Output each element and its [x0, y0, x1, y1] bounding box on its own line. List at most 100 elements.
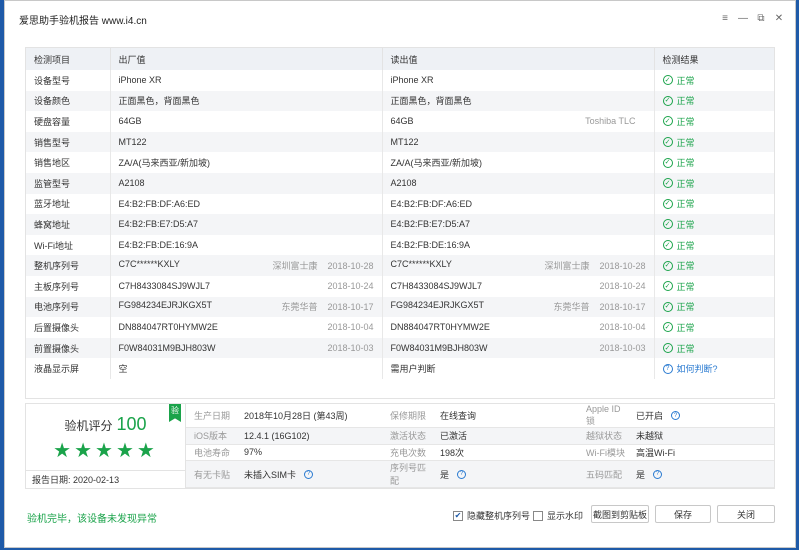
score-line: 验机评分 100 — [26, 414, 185, 435]
cell-factory-value: iPhone XR — [118, 75, 162, 86]
result-ok: ✓ 正常 — [662, 239, 695, 252]
cell-result: ✓ 正常 — [654, 152, 774, 173]
cell-item: 蓝牙地址 — [26, 193, 111, 215]
cell-meta — [364, 75, 374, 85]
save-button[interactable]: 保存 — [655, 505, 711, 523]
info-key: 越狱状态 — [586, 431, 623, 442]
cell-meta — [636, 219, 646, 229]
check-circle-icon: ✓ — [662, 75, 673, 86]
info-value[interactable]: 在线查询 — [440, 409, 476, 422]
cell-date: 2018-10-17 — [599, 302, 646, 313]
cell-read-value: A2108 — [390, 178, 417, 189]
star-rating-icon: ★★★★★ — [53, 440, 158, 462]
score-label: 验机评分 — [64, 419, 113, 433]
cell-meta — [636, 94, 646, 107]
cell-read: iPhone XR — [382, 70, 655, 91]
cell-read: DN884047RT0HYMW2E 2018-10-04 — [382, 317, 655, 338]
how-to-judge-link[interactable]: ? 如何判断? — [662, 362, 718, 375]
report-window: 爱思助手验机报告 www.i4.cn ≡ — ⧉ ✕ 检测项目 出厂值 读出值 … — [4, 0, 796, 548]
cell-factory: F0W84031M9BJH803W 2018-10-03 — [110, 337, 383, 359]
question-circle-icon[interactable]: ? — [304, 469, 314, 479]
cell-read-value: F0W84031M9BJH803W — [390, 343, 488, 354]
checkbox-checked-icon[interactable]: ✔ — [453, 510, 463, 521]
cell-date: 2018-10-28 — [599, 261, 646, 272]
table-row: 蓝牙地址 E4:B2:FB:DF:A6:ED E4:B2:FB:DF:A6:ED ✓ 正… — [26, 193, 774, 215]
cell-read-value: MT122 — [390, 137, 419, 148]
result-text: 如何判断? — [676, 364, 718, 375]
cell-result: ✓ 正常 — [654, 275, 774, 297]
header-item: 检测项目 — [26, 48, 111, 70]
header-factory: 出厂值 — [110, 48, 383, 70]
restore-icon[interactable]: ⧉ — [755, 13, 767, 25]
table-header: 检测项目 出厂值 读出值 检测结果 — [26, 48, 774, 70]
header-read: 读出值 — [382, 48, 655, 70]
result-text: 正常 — [676, 158, 695, 169]
hide-serial-checkbox[interactable]: ✔ 隐藏整机序列号 — [453, 509, 530, 522]
cell-factory-value: 空 — [118, 364, 128, 375]
cell-read: E4:B2:FB:DF:A6:ED — [382, 193, 655, 215]
cell-date: 2018-10-03 — [599, 343, 646, 354]
info-field: 保修期限 在线查询 — [382, 404, 578, 428]
cell-read: MT122 — [382, 131, 655, 153]
info-field: Wi-Fi模块 高温Wi-Fi — [578, 444, 774, 461]
cell-note: 深圳富士康 — [272, 261, 318, 272]
cell-read: E4:B2:FB:DE:16:9A — [382, 234, 655, 256]
check-circle-icon: ✓ — [662, 343, 673, 354]
cell-meta: 2018-10-03 — [317, 343, 373, 353]
result-text: 正常 — [676, 343, 695, 354]
checkbox-unchecked-icon[interactable] — [533, 510, 543, 521]
cell-date: 2018-10-03 — [327, 343, 374, 354]
table-row: 电池序列号 FG984234EJRJKGX5T 东莞华普 2018-10-17 FG98… — [26, 296, 774, 318]
table-row: 销售地区 ZA/A(马来西亚/新加坡) ZA/A(马来西亚/新加坡) ✓ 正常 — [26, 152, 774, 173]
menu-icon[interactable]: ≡ — [719, 13, 731, 25]
cell-factory: C7H8433084SJ9WJL7 2018-10-24 — [110, 275, 383, 297]
cell-item: 前置摄像头 — [26, 337, 111, 359]
cell-factory: DN884047RT0HYMW2E 2018-10-04 — [110, 317, 383, 338]
table-row: Wi-Fi地址 E4:B2:FB:DE:16:9A E4:B2:FB:DE:16:9… — [26, 234, 774, 256]
result-ok: ✓ 正常 — [662, 136, 695, 149]
info-value: 已激活 — [440, 431, 468, 442]
cell-item: 后置摄像头 — [26, 317, 111, 338]
header-result: 检测结果 — [654, 48, 774, 70]
info-value: 97% — [244, 447, 263, 458]
question-circle-icon[interactable]: ? — [653, 469, 663, 479]
table-row: 主板序列号 C7H8433084SJ9WJL7 2018-10-24 C7H84330… — [26, 275, 774, 297]
check-circle-icon: ✓ — [662, 95, 673, 106]
watermark-checkbox[interactable]: 显示水印 — [533, 509, 583, 522]
result-ok: ✓ 正常 — [662, 259, 695, 272]
info-value: 未插入SIM卡 — [244, 469, 297, 480]
info-value: 2018年10月28日 (第43周) — [244, 411, 348, 421]
cell-result: ✓ 正常 — [654, 337, 774, 359]
cell-factory: 空 — [110, 358, 383, 379]
cell-meta — [636, 240, 646, 250]
cell-factory-value: FG984234EJRJKGX5T — [118, 300, 213, 311]
table-row: 蜂窝地址 E4:B2:FB:E7:D5:A7 E4:B2:FB:E7:D5:A7 ✓ 正… — [26, 214, 774, 235]
cell-read-value: ZA/A(马来西亚/新加坡) — [390, 158, 483, 169]
close-icon[interactable]: ✕ — [773, 13, 785, 25]
question-circle-icon[interactable]: ? — [671, 411, 681, 420]
minimize-icon[interactable]: — — [737, 13, 749, 25]
cell-read-value: 64GB — [390, 116, 414, 127]
screenshot-button[interactable]: 截图到剪贴板 — [591, 505, 649, 523]
cell-item: 监管型号 — [26, 172, 111, 194]
cell-read-value: 正面黑色，背面黑色 — [390, 96, 472, 107]
cell-result: ✓ 正常 — [654, 70, 774, 91]
info-value: 是 — [440, 469, 450, 480]
check-circle-icon: ✓ — [662, 281, 673, 292]
cell-meta — [364, 156, 374, 169]
question-circle-icon[interactable]: ? — [457, 469, 467, 479]
cell-result: ✓ 正常 — [654, 193, 774, 215]
cell-factory: 64GB — [110, 111, 383, 132]
cell-note: 东莞华普 — [281, 302, 318, 313]
result-ok: ✓ 正常 — [662, 115, 695, 128]
info-key: Apple ID锁 — [586, 404, 621, 426]
cell-date: 2018-10-28 — [327, 261, 374, 272]
info-field: 序列号匹配 是? — [382, 461, 578, 488]
close-button[interactable]: 关闭 — [717, 505, 775, 523]
cell-item: 设备颜色 — [26, 90, 111, 112]
cell-item: Wi-Fi地址 — [26, 234, 111, 256]
cell-read-value: FG984234EJRJKGX5T — [390, 300, 485, 311]
cell-meta: 2018-10-24 — [589, 281, 645, 291]
cell-date: 2018-10-04 — [327, 322, 374, 333]
report-date-label: 报告日期: — [32, 475, 71, 485]
